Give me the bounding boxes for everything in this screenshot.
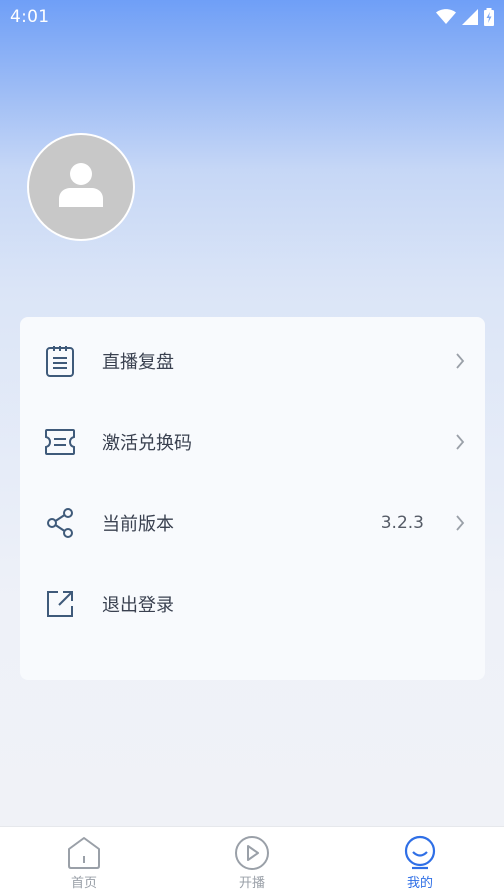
menu-item-label: 当前版本 xyxy=(102,514,174,535)
wifi-icon xyxy=(436,9,456,25)
cellular-signal-icon xyxy=(462,9,478,25)
share-icon xyxy=(44,507,76,539)
play-circle-icon xyxy=(234,835,270,871)
menu-item-redeem-code[interactable]: 激活兑换码 xyxy=(20,412,485,472)
external-link-icon xyxy=(44,588,76,620)
status-icons xyxy=(436,8,494,26)
chevron-right-icon xyxy=(453,351,467,371)
home-icon xyxy=(66,835,102,871)
status-time: 4:01 xyxy=(10,7,50,27)
chevron-right-icon xyxy=(453,432,467,452)
nav-label: 首页 xyxy=(70,876,97,891)
chevron-right-icon xyxy=(453,513,467,533)
menu-item-label: 退出登录 xyxy=(102,595,174,616)
menu-item-logout[interactable]: 退出登录 xyxy=(20,574,485,634)
menu-item-label: 直播复盘 xyxy=(102,352,174,373)
nav-tab-mine[interactable]: 我的 xyxy=(360,827,480,896)
bottom-nav: 首页 开播 我的 xyxy=(0,826,504,896)
profile-screen: 4:01 直播复盘 激活兑换码 当前版本 3.2.3 退出登录 首页 开播 我的 xyxy=(0,0,504,896)
user-placeholder-icon xyxy=(57,161,105,213)
status-bar: 4:01 xyxy=(0,0,504,34)
version-value: 3.2.3 xyxy=(380,513,424,533)
nav-label: 开播 xyxy=(238,876,265,891)
profile-face-icon xyxy=(402,835,438,871)
avatar[interactable] xyxy=(27,133,135,241)
nav-label: 我的 xyxy=(406,876,433,891)
menu-card: 直播复盘 激活兑换码 当前版本 3.2.3 退出登录 xyxy=(20,317,485,680)
menu-item-current-version[interactable]: 当前版本 3.2.3 xyxy=(20,493,485,553)
ticket-icon xyxy=(44,426,76,458)
clipboard-list-icon xyxy=(44,345,76,377)
battery-charging-icon xyxy=(484,8,494,26)
nav-tab-home[interactable]: 首页 xyxy=(24,827,144,896)
menu-item-label: 激活兑换码 xyxy=(102,433,192,454)
menu-item-live-review[interactable]: 直播复盘 xyxy=(20,331,485,391)
nav-tab-live[interactable]: 开播 xyxy=(192,827,312,896)
